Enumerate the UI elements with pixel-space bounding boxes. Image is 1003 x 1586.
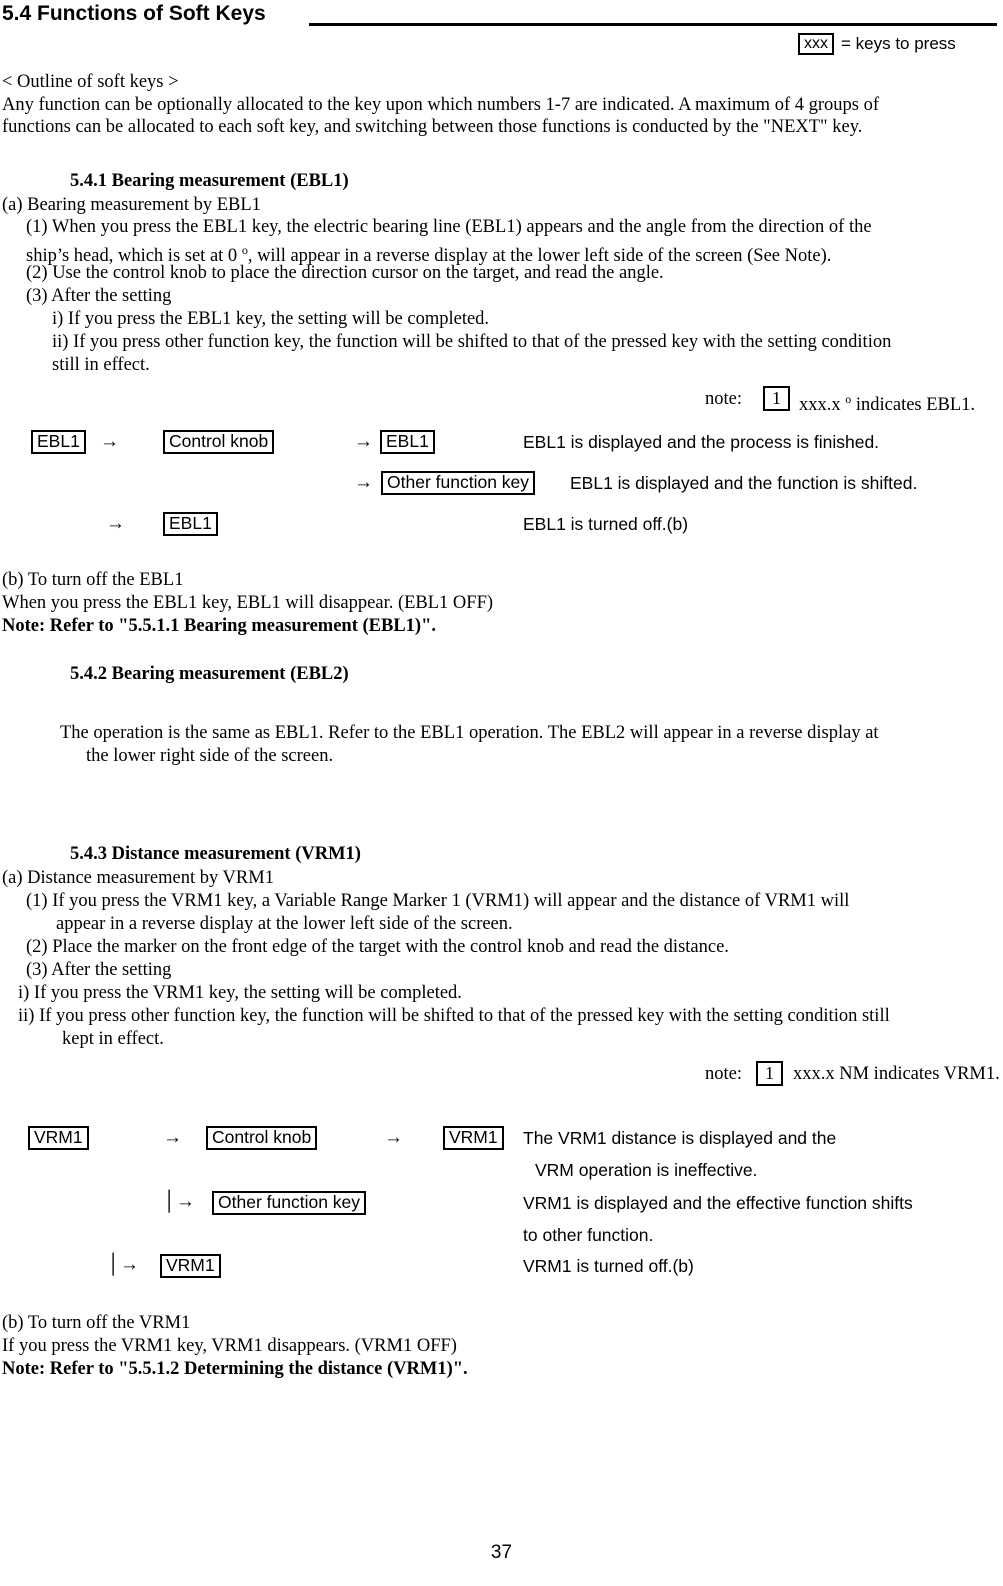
diagram-vrm1-result-3: VRM1 is turned off.(b) xyxy=(523,1256,694,1276)
title-underline-rule xyxy=(309,23,997,26)
diagram-vrm1-arrow-4: │→ xyxy=(108,1254,139,1275)
section-541-b-line-1: (b) To turn off the EBL1 xyxy=(2,570,184,590)
section-541-note-label: note: xyxy=(705,389,742,409)
diagram-vrm1-key-third[interactable]: VRM1 xyxy=(160,1254,221,1278)
section-543-item-3-ii-line-1: ii) If you press other function key, the… xyxy=(18,1006,890,1026)
note-text-part-b: indicates EBL1. xyxy=(851,395,976,415)
diagram-vrm1-arrow-1: → xyxy=(163,1127,182,1148)
diagram-ebl1-key-third[interactable]: EBL1 xyxy=(163,512,218,536)
section-541-note-refer: Note: Refer to "5.5.1.1 Bearing measurem… xyxy=(2,616,436,636)
diagram-result-2: EBL1 is displayed and the function is sh… xyxy=(570,473,918,493)
legend-label: = keys to press xyxy=(841,34,956,53)
section-543-b-line-2: If you press the VRM1 key, VRM1 disappea… xyxy=(2,1336,457,1356)
section-543-b-line-1: (b) To turn off the VRM1 xyxy=(2,1313,191,1333)
diagram-arrow-2: → xyxy=(354,431,373,452)
diagram-vrm1-result-1-line-2: VRM operation is ineffective. xyxy=(535,1160,758,1180)
diagram-arrow-3: → xyxy=(354,472,373,493)
diagram-vrm1-other-function-key[interactable]: Other function key xyxy=(212,1191,367,1215)
section-543-item-3-ii-line-2: kept in effect. xyxy=(62,1029,164,1049)
section-541-item-3-ii-line-1: ii) If you press other function key, the… xyxy=(52,332,892,352)
diagram-arrow-1: → xyxy=(100,431,119,452)
heading-5-4-2: 5.4.2 Bearing measurement (EBL2) xyxy=(70,664,349,684)
diagram-control-knob-key[interactable]: Control knob xyxy=(163,430,275,454)
section-541-note-number-box: 1 xyxy=(763,386,790,411)
page-title: 5.4 Functions of Soft Keys xyxy=(2,2,266,25)
heading-5-4-1: 5.4.1 Bearing measurement (EBL1) xyxy=(70,171,349,191)
outline-heading: < Outline of soft keys > xyxy=(2,72,179,92)
diagram-other-function-key[interactable]: Other function key xyxy=(381,471,536,495)
section-541-item-3: (3) After the setting xyxy=(26,286,172,306)
note-text-part-a: xxx.x xyxy=(799,395,846,415)
diagram-vrm1-result-1-line-1: The VRM1 distance is displayed and the xyxy=(523,1128,837,1148)
section-541-a-label: (a) Bearing measurement by EBL1 xyxy=(2,195,261,215)
section-543-note-refer: Note: Refer to "5.5.1.2 Determining the … xyxy=(2,1359,468,1379)
section-543-item-1-line-2: appear in a reverse display at the lower… xyxy=(56,914,513,934)
section-543-note-number-box: 1 xyxy=(756,1061,783,1086)
section-541-item-3-i: i) If you press the EBL1 key, the settin… xyxy=(52,309,490,329)
section-543-a-label: (a) Distance measurement by VRM1 xyxy=(2,868,274,888)
document-header: 5.4 Functions of Soft Keys xyxy=(0,2,1003,32)
diagram-ebl1-key-start[interactable]: EBL1 xyxy=(31,430,86,454)
outline-line-1: Any function can be optionally allocated… xyxy=(2,95,879,115)
diagram-result-3: EBL1 is turned off.(b) xyxy=(523,514,689,534)
section-543-item-2: (2) Place the marker on the front edge o… xyxy=(26,937,729,957)
diagram-vrm1-key-start[interactable]: VRM1 xyxy=(28,1126,89,1150)
diagram-arrow-4: → xyxy=(106,513,125,534)
section-543-item-3: (3) After the setting xyxy=(26,960,172,980)
section-543-note-label: note: xyxy=(705,1064,742,1084)
section-541-item-3-ii-line-2: still in effect. xyxy=(52,355,150,375)
diagram-vrm1-result-2-line-2: to other function. xyxy=(523,1225,654,1245)
diagram-vrm1-control-knob-key[interactable]: Control knob xyxy=(206,1126,318,1150)
diagram-vrm1-arrow-2: → xyxy=(384,1127,403,1148)
section-543-item-3-i: i) If you press the VRM1 key, the settin… xyxy=(18,983,462,1003)
outline-line-2: functions can be allocated to each soft … xyxy=(2,117,863,137)
section-542-body-line-2: the lower right side of the screen. xyxy=(86,746,334,766)
legend-key-box: xxx xyxy=(798,33,834,55)
section-541-item-1-line-1: (1) When you press the EBL1 key, the ele… xyxy=(26,217,872,237)
diagram-ebl1-key-second[interactable]: EBL1 xyxy=(380,430,435,454)
section-542-body-line-1: The operation is the same as EBL1. Refer… xyxy=(60,723,879,743)
keys-to-press-legend: xxx = keys to press xyxy=(798,33,956,55)
section-543-item-1-line-1: (1) If you press the VRM1 key, a Variabl… xyxy=(26,891,850,911)
diagram-vrm1-result-2-line-1: VRM1 is displayed and the effective func… xyxy=(523,1193,913,1213)
page-number: 37 xyxy=(490,1542,513,1563)
section-541-item-2: (2) Use the control knob to place the di… xyxy=(26,263,664,283)
diagram-vrm1-arrow-3: │→ xyxy=(164,1191,195,1212)
diagram-result-1: EBL1 is displayed and the process is fin… xyxy=(523,432,880,452)
diagram-vrm1-key-second[interactable]: VRM1 xyxy=(443,1126,504,1150)
heading-5-4-3: 5.4.3 Distance measurement (VRM1) xyxy=(70,844,361,864)
section-541-b-line-2: When you press the EBL1 key, EBL1 will d… xyxy=(2,593,494,613)
section-543-note-text: xxx.x NM indicates VRM1. xyxy=(793,1064,1000,1084)
section-541-note-text: xxx.x o indicates EBL1. xyxy=(799,389,975,416)
